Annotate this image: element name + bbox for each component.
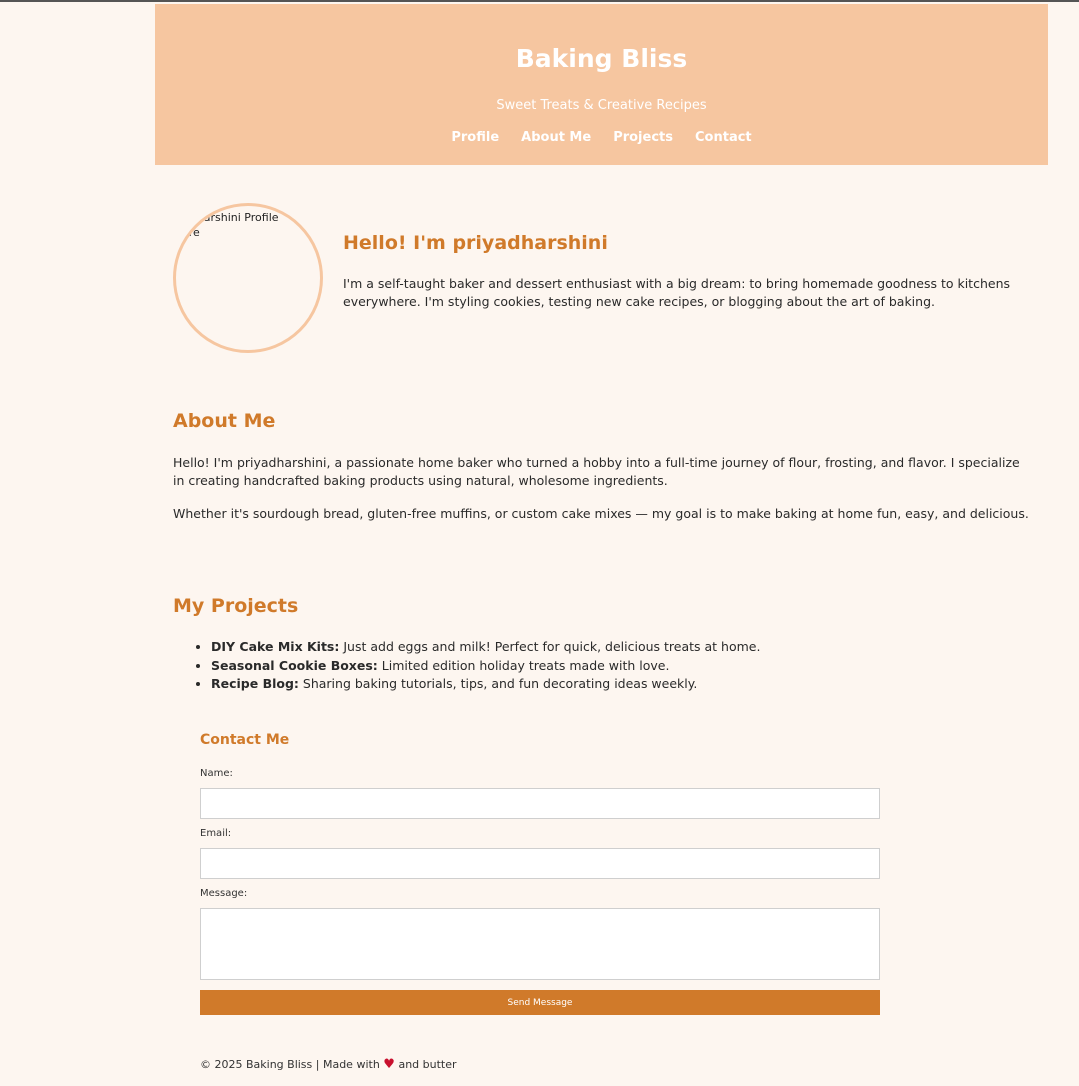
nav-link-contact[interactable]: Contact <box>695 130 752 145</box>
nav-link-profile[interactable]: Profile <box>451 130 499 145</box>
name-input[interactable] <box>200 788 880 819</box>
project-desc: Limited edition holiday treats made with… <box>377 657 670 673</box>
projects-title: My Projects <box>173 595 299 617</box>
profile-avatar: priyadharshini Profile Picture <box>173 203 323 353</box>
site-footer: © 2025 Baking Bliss | Made with ♥ and bu… <box>200 1057 457 1072</box>
message-label: Message: <box>200 888 248 899</box>
main-nav: Profile About Me Projects Contact <box>155 130 1048 145</box>
project-desc: Just add eggs and milk! Perfect for quic… <box>339 639 761 654</box>
list-item: Seasonal Cookie Boxes: Limited edition h… <box>211 657 760 676</box>
message-textarea[interactable] <box>200 908 880 980</box>
nav-link-about-me[interactable]: About Me <box>521 130 591 145</box>
profile-greeting: Hello! I'm priyadharshini <box>343 232 608 254</box>
about-paragraph-1: Hello! I'm priyadharshini, a passionate … <box>173 455 1020 488</box>
list-item: DIY Cake Mix Kits: Just add eggs and mil… <box>211 638 760 657</box>
contact-form: Contact Me Name: Email: Message: Send Me… <box>200 732 880 1015</box>
email-label: Email: <box>200 828 232 839</box>
heart-icon: ♥ <box>383 1057 395 1072</box>
name-label: Name: <box>200 768 233 779</box>
project-name: DIY Cake Mix Kits: <box>211 639 340 654</box>
site-header: Baking Bliss Sweet Treats & Creative Rec… <box>155 4 1048 165</box>
nav-link-projects[interactable]: Projects <box>613 130 673 145</box>
site-tagline: Sweet Treats & Creative Recipes <box>496 98 707 113</box>
site-title: Baking Bliss <box>515 44 688 73</box>
email-input[interactable] <box>200 848 880 879</box>
project-desc: Sharing baking tutorials, tips, and fun … <box>298 676 698 691</box>
project-name: Recipe Blog: <box>211 676 299 691</box>
contact-title: Contact Me <box>200 732 290 748</box>
send-message-button[interactable]: Send Message <box>200 990 880 1015</box>
footer-prefix: © 2025 Baking Bliss | Made with <box>200 1058 380 1071</box>
project-name: Seasonal Cookie Boxes: <box>211 657 378 673</box>
list-item: Recipe Blog: Sharing baking tutorials, t… <box>211 675 760 694</box>
about-title: About Me <box>173 410 276 432</box>
footer-suffix: and butter <box>398 1058 457 1071</box>
projects-list: DIY Cake Mix Kits: Just add eggs and mil… <box>173 638 760 694</box>
profile-intro: I'm a self-taught baker and dessert enth… <box>343 276 1011 309</box>
about-paragraph-2: Whether it's sourdough bread, gluten-fre… <box>173 506 1029 521</box>
avatar-alt-text: priyadharshini Profile Picture <box>173 211 279 239</box>
